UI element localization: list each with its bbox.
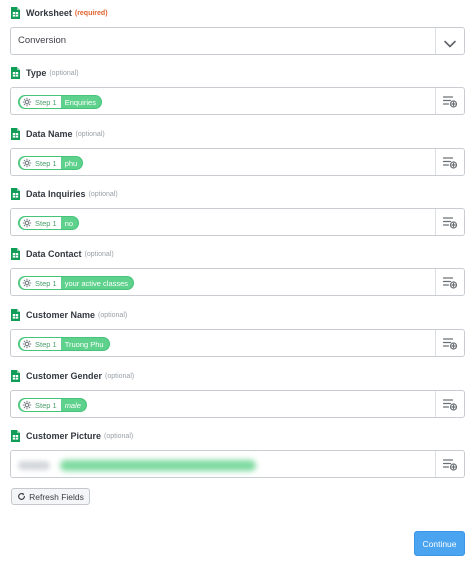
redacted-value xyxy=(18,459,256,471)
pill-value: your active classes xyxy=(64,278,129,288)
input-divider xyxy=(435,269,436,295)
type-label-row: Type (optional) xyxy=(10,65,79,81)
input-divider xyxy=(435,209,436,235)
data-contact-label: Data Contact xyxy=(26,249,82,259)
optional-hint: (optional) xyxy=(105,372,135,380)
required-hint: (required) xyxy=(74,9,108,17)
optional-hint: (optional) xyxy=(98,311,128,319)
worksheet-select[interactable]: Conversion xyxy=(10,27,465,55)
mapped-value-pill[interactable]: Step 1 your active classes xyxy=(18,276,135,290)
google-sheets-icon xyxy=(11,248,20,260)
google-sheets-icon xyxy=(11,188,20,200)
data-name-input[interactable]: Step 1 phu xyxy=(10,148,465,176)
insert-data-icon[interactable] xyxy=(442,275,458,289)
gear-icon xyxy=(22,278,32,288)
mapped-value-pill[interactable]: Step 1 Enquiries xyxy=(18,95,102,109)
data-inquiries-label-row: Data Inquiries (optional) xyxy=(10,186,118,202)
customer-gender-label: Customer Gender xyxy=(26,371,103,381)
customer-name-label-row: Customer Name (optional) xyxy=(10,307,127,323)
pill-step-label: Step 1 xyxy=(35,218,57,228)
pill-step: Step 1 xyxy=(20,399,61,411)
redacted-step-chip xyxy=(18,460,50,470)
gear-icon xyxy=(22,339,32,349)
input-divider xyxy=(435,88,436,114)
pill-value: no xyxy=(64,218,74,228)
mapped-value-pill[interactable]: Step 1 Truong Phu xyxy=(18,337,110,351)
input-divider xyxy=(435,451,436,477)
insert-data-icon[interactable] xyxy=(442,215,458,229)
input-divider xyxy=(435,391,436,417)
worksheet-label-row: Worksheet (required) xyxy=(10,5,108,21)
pill-value: Enquiries xyxy=(64,97,96,107)
insert-data-icon[interactable] xyxy=(442,397,458,411)
insert-data-icon[interactable] xyxy=(442,94,458,108)
mapped-value-pill[interactable]: Step 1 no xyxy=(18,216,80,230)
data-inquiries-input[interactable]: Step 1 no xyxy=(10,208,465,236)
data-name-label-row: Data Name (optional) xyxy=(10,126,105,142)
pill-step: Step 1 xyxy=(20,217,61,229)
customer-gender-input[interactable]: Step 1 male xyxy=(10,390,465,418)
optional-hint: (optional) xyxy=(84,250,114,258)
pill-step: Step 1 xyxy=(20,96,61,108)
insert-data-icon[interactable] xyxy=(442,457,458,471)
google-sheets-icon xyxy=(11,370,20,382)
pill-step: Step 1 xyxy=(20,338,61,350)
chevron-down-icon[interactable] xyxy=(443,36,457,48)
google-sheets-icon xyxy=(11,128,20,140)
optional-hint: (optional) xyxy=(75,130,105,138)
optional-hint: (optional) xyxy=(49,69,79,77)
worksheet-label: Worksheet xyxy=(26,8,72,18)
refresh-icon xyxy=(18,492,26,500)
google-sheets-icon xyxy=(11,7,20,19)
google-sheets-icon xyxy=(11,309,20,321)
google-sheets-icon xyxy=(11,67,20,79)
gear-icon xyxy=(22,97,32,107)
pill-step: Step 1 xyxy=(20,157,61,169)
pill-value: Truong Phu xyxy=(64,339,104,349)
gear-icon xyxy=(22,158,32,168)
input-divider xyxy=(435,330,436,356)
pill-step-label: Step 1 xyxy=(35,97,57,107)
google-sheets-icon xyxy=(11,430,20,442)
select-divider xyxy=(435,28,436,54)
pill-step-label: Step 1 xyxy=(35,400,57,410)
input-divider xyxy=(435,149,436,175)
refresh-fields-label: Refresh Fields xyxy=(29,491,84,502)
worksheet-selected-value: Conversion xyxy=(18,35,67,46)
refresh-fields-button[interactable]: Refresh Fields xyxy=(11,488,90,505)
mapped-value-pill[interactable]: Step 1 phu xyxy=(18,156,84,170)
redacted-value-chip xyxy=(60,459,256,471)
continue-label: Continue xyxy=(422,538,457,549)
customer-picture-label: Customer Picture xyxy=(26,431,102,441)
gear-icon xyxy=(22,400,32,410)
mapped-value-pill[interactable]: Step 1 male xyxy=(18,398,87,412)
insert-data-icon[interactable] xyxy=(442,336,458,350)
pill-step-label: Step 1 xyxy=(35,158,57,168)
pill-step: Step 1 xyxy=(20,277,61,289)
data-inquiries-label: Data Inquiries xyxy=(26,189,86,199)
optional-hint: (optional) xyxy=(104,432,134,440)
customer-picture-input[interactable] xyxy=(10,450,465,478)
customer-picture-label-row: Customer Picture (optional) xyxy=(10,428,133,444)
customer-name-input[interactable]: Step 1 Truong Phu xyxy=(10,329,465,357)
pill-value: male xyxy=(64,400,81,410)
pill-value: phu xyxy=(64,158,78,168)
optional-hint: (optional) xyxy=(88,190,118,198)
pill-step-label: Step 1 xyxy=(35,339,57,349)
type-input[interactable]: Step 1 Enquiries xyxy=(10,87,465,115)
insert-data-icon[interactable] xyxy=(442,155,458,169)
customer-gender-label-row: Customer Gender (optional) xyxy=(10,368,134,384)
data-name-label: Data Name xyxy=(26,129,73,139)
data-contact-label-row: Data Contact (optional) xyxy=(10,246,114,262)
customer-name-label: Customer Name xyxy=(26,310,96,320)
type-label: Type xyxy=(26,68,47,78)
data-contact-input[interactable]: Step 1 your active classes xyxy=(10,268,465,296)
pill-step-label: Step 1 xyxy=(35,278,57,288)
gear-icon xyxy=(22,218,32,228)
continue-button[interactable]: Continue xyxy=(414,531,465,556)
